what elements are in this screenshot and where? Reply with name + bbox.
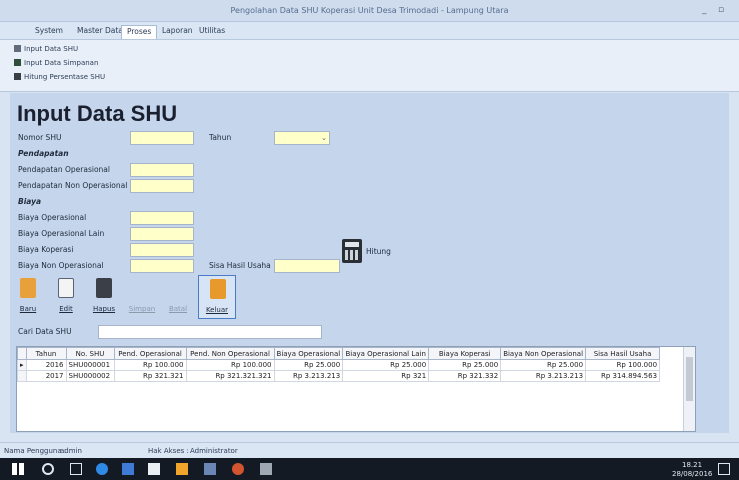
calculator-icon — [342, 239, 362, 263]
form-panel: Input Data SHU Nomor SHU Tahun ⌄ Pendapa… — [10, 93, 729, 433]
user-value: admin — [60, 447, 82, 455]
access-label: Hak Akses : — [148, 447, 189, 455]
biaya-heading: Biaya — [18, 197, 42, 206]
app-window-icon[interactable] — [204, 463, 216, 475]
pend-operasional-input[interactable] — [130, 163, 194, 177]
search-label: Cari Data SHU — [18, 327, 72, 336]
biaya-operasional-label: Biaya Operasional — [18, 213, 87, 222]
nomor-shu-label: Nomor SHU — [18, 133, 62, 142]
pend-non-operasional-label: Pendapatan Non Operasional — [18, 181, 128, 190]
ribbon-panel: Input Data SHU Input Data Simpanan Hitun… — [0, 40, 739, 92]
minimize-button[interactable]: _ — [702, 5, 707, 15]
maximize-button[interactable]: ▫ — [718, 5, 724, 15]
hapus-button[interactable]: Hapus — [88, 275, 120, 319]
store-icon[interactable] — [122, 463, 134, 475]
batal-button[interactable]: Batal — [162, 275, 194, 319]
biaya-koperasi-label: Biaya Koperasi — [18, 245, 74, 254]
ribbon-input-data-shu[interactable]: Input Data SHU — [14, 45, 78, 57]
document-icon — [14, 45, 21, 52]
new-document-icon — [20, 278, 36, 298]
exit-door-icon — [210, 279, 226, 299]
menu-system[interactable]: System — [30, 25, 68, 39]
biaya-non-operasional-input[interactable] — [130, 259, 194, 273]
clock-time: 18.21 — [682, 461, 703, 469]
taskbar: 18.21 28/08/2016 — [0, 458, 739, 480]
savings-icon — [14, 59, 21, 66]
table-row[interactable]: 2017 SHU000002 Rp 321.321 Rp 321.321.321… — [17, 370, 661, 382]
bag-icon[interactable] — [148, 463, 160, 475]
tool-icon[interactable] — [260, 463, 272, 475]
ribbon-hitung-persentase[interactable]: Hitung Persentase SHU — [14, 73, 105, 85]
keluar-button[interactable]: Keluar — [198, 275, 236, 319]
simpan-button[interactable]: Simpan — [126, 275, 158, 319]
sisa-hasil-usaha-label: Sisa Hasil Usaha — [209, 261, 271, 270]
chevron-down-icon: ⌄ — [321, 134, 327, 142]
app-icon[interactable] — [176, 463, 188, 475]
menu-laporan[interactable]: Laporan — [157, 25, 198, 39]
trash-icon — [96, 278, 112, 298]
biaya-operasional-lain-input[interactable] — [130, 227, 194, 241]
grid-scrollbar[interactable] — [683, 347, 695, 431]
search-input[interactable] — [98, 325, 322, 339]
col-sisa-hasil-usaha[interactable]: Sisa Hasil Usaha — [585, 347, 661, 360]
biaya-operasional-input[interactable] — [130, 211, 194, 225]
col-no-shu[interactable]: No. SHU — [65, 347, 115, 360]
search-icon[interactable] — [42, 463, 54, 475]
title-bar: Pengolahan Data SHU Koperasi Unit Desa T… — [0, 0, 739, 22]
edge-icon[interactable] — [96, 463, 108, 475]
sisa-hasil-usaha-input[interactable] — [274, 259, 340, 273]
biaya-operasional-lain-label: Biaya Operasional Lain — [18, 229, 105, 238]
edit-button[interactable]: Edit — [50, 275, 82, 319]
calculator-small-icon — [14, 73, 21, 80]
nomor-shu-input[interactable] — [130, 131, 194, 145]
access-value: Administrator — [190, 447, 238, 455]
baru-button[interactable]: Baru — [12, 275, 44, 319]
col-biaya-operasional-lain[interactable]: Biaya Operasional Lain — [342, 347, 430, 360]
col-pend-operasional[interactable]: Pend. Operasional — [113, 347, 187, 360]
col-pend-non-operasional[interactable]: Pend. Non Operasional — [185, 347, 275, 360]
window-title: Pengolahan Data SHU Koperasi Unit Desa T… — [230, 6, 509, 15]
col-biaya-non-operasional[interactable]: Biaya Non Operasional — [500, 347, 587, 360]
biaya-koperasi-input[interactable] — [130, 243, 194, 257]
menu-master-data[interactable]: Master Data — [72, 25, 128, 39]
tahun-label: Tahun — [209, 133, 232, 142]
pend-non-operasional-input[interactable] — [130, 179, 194, 193]
action-toolbar: Baru Edit Hapus Simpan Batal Keluar — [10, 275, 246, 319]
pend-operasional-label: Pendapatan Operasional — [18, 165, 110, 174]
hitung-button[interactable]: Hitung — [342, 239, 392, 265]
tahun-select[interactable]: ⌄ — [274, 131, 330, 145]
shu-data-grid[interactable]: Tahun No. SHU Pend. Operasional Pend. No… — [16, 346, 696, 432]
menu-utilitas[interactable]: Utilitas — [194, 25, 230, 39]
col-biaya-operasional[interactable]: Biaya Operasional — [273, 347, 344, 360]
grid-header-row: Tahun No. SHU Pend. Operasional Pend. No… — [17, 347, 661, 360]
col-biaya-koperasi[interactable]: Biaya Koperasi — [428, 347, 502, 360]
task-view-icon[interactable] — [70, 463, 82, 475]
ribbon-input-data-simpanan[interactable]: Input Data Simpanan — [14, 59, 98, 71]
page-title: Input Data SHU — [17, 101, 178, 126]
table-row[interactable]: ▸ 2016 SHU000001 Rp 100.000 Rp 100.000 R… — [17, 359, 661, 371]
biaya-non-operasional-label: Biaya Non Operasional — [18, 261, 104, 270]
edit-icon — [58, 278, 74, 298]
col-tahun[interactable]: Tahun — [25, 347, 67, 360]
menu-proses[interactable]: Proses — [121, 25, 158, 39]
menu-bar: System Master Data Proses Laporan Utilit… — [0, 22, 739, 40]
pendapatan-heading: Pendapatan — [18, 149, 69, 158]
notification-icon[interactable] — [718, 463, 730, 475]
chrome-icon[interactable] — [232, 463, 244, 475]
row-indicator-icon: ▸ — [17, 359, 27, 371]
user-label: Nama Pengguna : — [4, 447, 67, 455]
clock-date: 28/08/2016 — [672, 470, 713, 478]
status-bar: Nama Pengguna : admin Hak Akses : Admini… — [0, 442, 739, 458]
start-icon[interactable] — [12, 463, 24, 475]
